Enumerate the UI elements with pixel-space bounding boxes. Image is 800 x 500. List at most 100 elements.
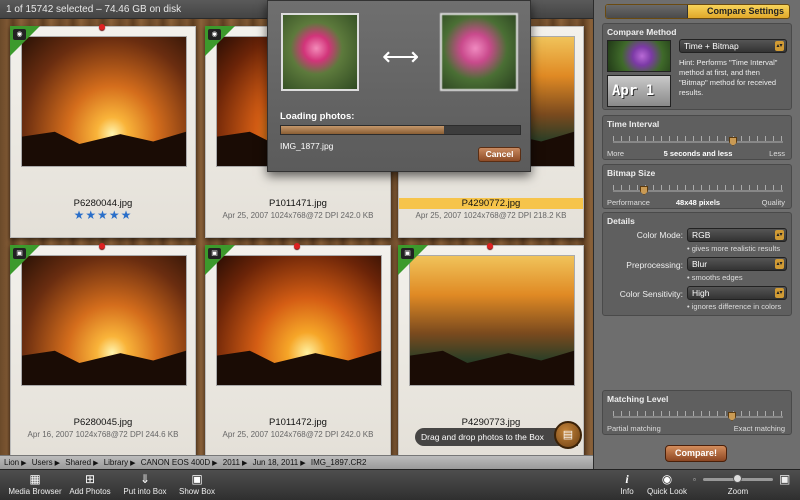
breadcrumb-item[interactable]: 2011 xyxy=(223,456,240,469)
plus-icon: ⊞ xyxy=(84,472,96,486)
slider-min-label: More xyxy=(607,149,625,158)
zoom-slider-knob[interactable] xyxy=(733,474,742,483)
zoom-in-icon[interactable]: ▣ xyxy=(779,472,790,486)
chevron-right-icon: ▶ xyxy=(241,460,248,467)
photo-name: P1011471.jpg xyxy=(269,198,327,209)
photo-name-selected: P4290772.jpg xyxy=(399,198,583,209)
chevron-updown-icon: ▴▾ xyxy=(775,41,784,51)
photo-thumbnail[interactable] xyxy=(21,36,187,167)
breadcrumb-item[interactable]: CANON EOS 400D xyxy=(141,456,210,469)
pin-icon xyxy=(487,243,493,249)
color-mode-label: Color Mode: xyxy=(636,230,683,240)
photo-thumbnail[interactable] xyxy=(409,255,575,386)
compare-settings-panel: Compare Settings Compare Method Apr 1 Ti… xyxy=(593,0,800,469)
info-icon: i xyxy=(625,472,629,486)
pin-icon xyxy=(99,24,105,30)
breadcrumb-item[interactable]: Shared xyxy=(65,456,91,469)
quick-look-button[interactable]: ◉ Quick Look xyxy=(644,472,690,496)
bitmap-size-knob[interactable] xyxy=(640,186,648,195)
slider-ticks xyxy=(613,185,783,190)
preprocessing-select[interactable]: Blur ▴▾ xyxy=(687,257,787,271)
compare-button[interactable]: Compare! xyxy=(665,445,727,462)
progress-bar xyxy=(280,125,521,135)
photo-thumbnail[interactable] xyxy=(216,255,382,386)
preprocessing-label: Preprocessing: xyxy=(626,260,683,270)
chevron-right-icon: ▶ xyxy=(300,460,306,467)
compare-thumbnail-right xyxy=(440,13,518,91)
media-browser-button[interactable]: ▦ Media Browser xyxy=(5,472,65,496)
rating-stars[interactable]: ★★★★★ xyxy=(11,208,195,222)
section-title: Bitmap Size xyxy=(607,168,656,178)
bitmap-size-slider[interactable] xyxy=(613,190,783,192)
slider-max-label: Less xyxy=(769,149,785,158)
compare-method-section: Compare Method Apr 1 Time + Bitmap ▴▾ Hi… xyxy=(602,23,792,110)
breadcrumb-item[interactable]: IMG_1897.CR2 xyxy=(311,456,367,469)
bitmap-size-section: Bitmap Size Performance 48x48 pixels Qua… xyxy=(602,164,792,209)
compare-thumbnail-left xyxy=(281,13,359,91)
chevron-right-icon: ▶ xyxy=(93,460,99,467)
date-stamp-thumbnail: Apr 1 xyxy=(607,75,671,107)
tab-unselected-segment[interactable] xyxy=(606,5,688,18)
compare-settings-tab[interactable]: Compare Settings xyxy=(605,4,790,19)
breadcrumb-item[interactable]: Lion xyxy=(4,456,19,469)
slider-max-label: Quality xyxy=(761,198,785,207)
chevron-updown-icon: ▴▾ xyxy=(775,288,784,298)
chevron-right-icon: ▶ xyxy=(130,460,136,467)
details-section: Details Color Mode: RGB ▴▾ • gives more … xyxy=(602,212,792,316)
time-interval-value: 5 seconds and less xyxy=(663,149,733,158)
matching-level-section: Matching Level Partial matching Exact ma… xyxy=(602,390,792,435)
camera-icon: ◉ xyxy=(13,29,26,40)
color-mode-select[interactable]: RGB ▴▾ xyxy=(687,228,787,242)
slider-max-label: Exact matching xyxy=(733,424,785,433)
eye-icon: ◉ xyxy=(661,472,673,486)
time-interval-slider[interactable] xyxy=(613,141,783,143)
slider-ticks xyxy=(613,411,783,416)
camera-icon: ▣ xyxy=(13,248,26,259)
chevron-right-icon: ▶ xyxy=(212,460,218,467)
compare-method-select[interactable]: Time + Bitmap ▴▾ xyxy=(679,39,787,53)
box-icon: ▣ xyxy=(191,472,203,486)
preprocessing-hint: • smooths edges xyxy=(687,273,743,282)
color-sensitivity-hint: • ignores difference in colors xyxy=(687,302,782,311)
photo-card[interactable]: ◉ P6280044.jpg ★★★★★ xyxy=(10,24,196,238)
path-breadcrumb: Lion ▶ Users ▶ Shared ▶ Library ▶ CANON EOS … xyxy=(0,455,593,469)
put-into-box-button[interactable]: ⇓ Put into Box xyxy=(120,472,170,496)
photo-name: P1011472.jpg xyxy=(269,417,327,428)
bottom-toolbar: ▦ Media Browser ⊞ Add Photos ⇓ Put into … xyxy=(0,469,800,500)
camera-icon: ▣ xyxy=(401,248,414,259)
box-button[interactable]: ▤ xyxy=(554,421,582,449)
add-photos-button[interactable]: ⊞ Add Photos xyxy=(66,472,114,496)
time-interval-section: Time Interval More 5 seconds and less Le… xyxy=(602,115,792,160)
loading-label: Loading photos: xyxy=(280,111,355,122)
photo-meta: Apr 25, 2007 1024x768@72 DPI 218.2 KB xyxy=(415,211,567,220)
breadcrumb-item[interactable]: Jun 18, 2011 xyxy=(253,456,299,469)
pin-icon xyxy=(99,243,105,249)
chevron-right-icon: ▶ xyxy=(54,460,61,467)
matching-level-knob[interactable] xyxy=(728,412,736,421)
info-button[interactable]: i Info xyxy=(613,472,641,496)
photo-card[interactable]: ▣ P4290773.jpg xyxy=(398,243,584,455)
breadcrumb-item[interactable]: Users xyxy=(32,456,53,469)
media-browser-icon: ▦ xyxy=(29,472,41,486)
section-title: Compare Method xyxy=(607,27,677,37)
slider-min-label: Performance xyxy=(607,198,650,207)
cancel-button[interactable]: Cancel xyxy=(478,147,521,162)
color-mode-hint: • gives more realistic results xyxy=(687,244,781,253)
chevron-updown-icon: ▴▾ xyxy=(775,259,784,269)
show-box-button[interactable]: ▣ Show Box xyxy=(175,472,219,496)
color-sensitivity-select[interactable]: High ▴▾ xyxy=(687,286,787,300)
download-icon: ⇓ xyxy=(139,472,151,486)
time-interval-knob[interactable] xyxy=(729,137,737,146)
photo-thumbnail[interactable] xyxy=(21,255,187,386)
photo-meta: Apr 25, 2007 1024x768@72 DPI 242.0 KB xyxy=(222,211,374,220)
zoom-out-icon[interactable]: ▫ xyxy=(693,475,696,484)
chevron-updown-icon: ▴▾ xyxy=(775,230,784,240)
photo-name: P6280045.jpg xyxy=(73,417,133,428)
section-title: Time Interval xyxy=(607,119,660,129)
photo-card[interactable]: ▣ P1011472.jpg Apr 25, 2007 1024x768@72 … xyxy=(205,243,391,455)
photo-card[interactable]: ▣ P6280045.jpg Apr 16, 2007 1024x768@72 … xyxy=(10,243,196,455)
breadcrumb-item[interactable]: Library xyxy=(104,456,128,469)
matching-level-slider[interactable] xyxy=(613,416,783,418)
compare-method-hint: Hint: Performs "Time Interval" method at… xyxy=(679,58,778,97)
tab-settings-label: Compare Settings xyxy=(706,6,784,16)
